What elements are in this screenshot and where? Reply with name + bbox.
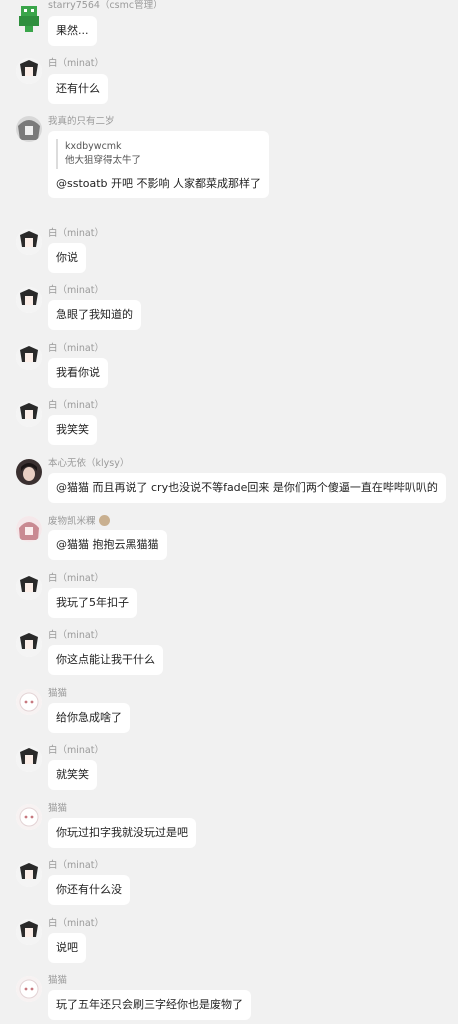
quoted-text: 他大狙穿得太牛了	[65, 155, 142, 166]
quoted-reply[interactable]: kxdbywcmk 他大狙穿得太牛了	[56, 139, 261, 169]
sender-name: 猫猫	[48, 803, 68, 814]
anime-avatar[interactable]	[16, 919, 42, 945]
anime-avatar[interactable]	[16, 631, 42, 657]
message-bubble[interactable]: 给你急成啥了	[48, 703, 130, 733]
anime-avatar[interactable]	[16, 58, 42, 84]
message-bubble[interactable]: 说吧	[48, 933, 86, 963]
sender-name: 白（minat）	[48, 630, 104, 641]
anime-avatar[interactable]	[16, 344, 42, 370]
message-bubble[interactable]: 我看你说	[48, 358, 108, 388]
anime-avatar[interactable]	[16, 861, 42, 887]
white-cat-avatar[interactable]	[16, 689, 42, 715]
message-text: @sstoatb 开吧 不影响 人家都菜成那样了	[56, 177, 262, 190]
message-bubble[interactable]: 你这点能让我干什么	[48, 645, 163, 675]
sender-name: 白（minat）	[48, 343, 104, 354]
message-bubble[interactable]: @猫猫 抱抱云黑猫猫	[48, 530, 167, 560]
sender-name: 白（minat）	[48, 228, 104, 239]
message-bubble[interactable]: 我笑笑	[48, 415, 97, 445]
sender-name: 白（minat）	[48, 58, 104, 69]
message-bubble[interactable]: 你还有什么没	[48, 875, 130, 905]
message-bubble[interactable]: 你说	[48, 243, 86, 273]
anime-avatar[interactable]	[16, 401, 42, 427]
sender-name: 白（minat）	[48, 285, 104, 296]
anime-avatar[interactable]	[16, 287, 42, 313]
status-badge-icon	[98, 515, 110, 526]
anime-avatar[interactable]	[16, 229, 42, 255]
sender-name: 我真的只有二岁	[48, 116, 115, 127]
sender-name-text: 废物凯米粿	[48, 516, 96, 527]
gray-anime-avatar[interactable]	[16, 116, 42, 142]
quoted-author: kxdbywcmk	[65, 141, 122, 152]
dark-hair-avatar[interactable]	[16, 459, 42, 485]
message-bubble[interactable]: 急眼了我知道的	[48, 300, 141, 330]
green-robot-avatar[interactable]	[16, 6, 42, 32]
message-bubble[interactable]: 我玩了5年扣子	[48, 588, 137, 618]
pink-anime-avatar[interactable]	[16, 516, 42, 542]
sender-name: 白（minat）	[48, 573, 104, 584]
message-bubble[interactable]: 还有什么	[48, 74, 108, 104]
message-bubble[interactable]: @猫猫 而且再说了 cry也没说不等fade回来 是你们两个傻逼一直在哔哔叭叭的	[48, 473, 446, 503]
sender-name: 白（minat）	[48, 400, 104, 411]
sender-name: 本心无依（klysy）	[48, 458, 130, 469]
sender-name: 白（minat）	[48, 745, 104, 756]
white-cat-avatar[interactable]	[16, 976, 42, 1002]
sender-name: 白（minat）	[48, 860, 104, 871]
anime-avatar[interactable]	[16, 574, 42, 600]
sender-name: 猫猫	[48, 688, 68, 699]
message-bubble[interactable]: 果然...	[48, 16, 97, 46]
message-bubble[interactable]: 就笑笑	[48, 760, 97, 790]
sender-name: 废物凯米粿	[48, 515, 110, 528]
message-bubble[interactable]: 你玩过扣字我就没玩过是吧	[48, 818, 196, 848]
sender-name: 白（minat）	[48, 918, 104, 929]
anime-avatar[interactable]	[16, 746, 42, 772]
message-bubble[interactable]: 玩了五年还只会刷三字经你也是废物了	[48, 990, 251, 1020]
message-bubble[interactable]: kxdbywcmk 他大狙穿得太牛了 @sstoatb 开吧 不影响 人家都菜成…	[48, 131, 270, 198]
white-cat-avatar[interactable]	[16, 804, 42, 830]
sender-name: starry7564（csmc管理）	[48, 0, 163, 11]
sender-name: 猫猫	[48, 975, 68, 986]
